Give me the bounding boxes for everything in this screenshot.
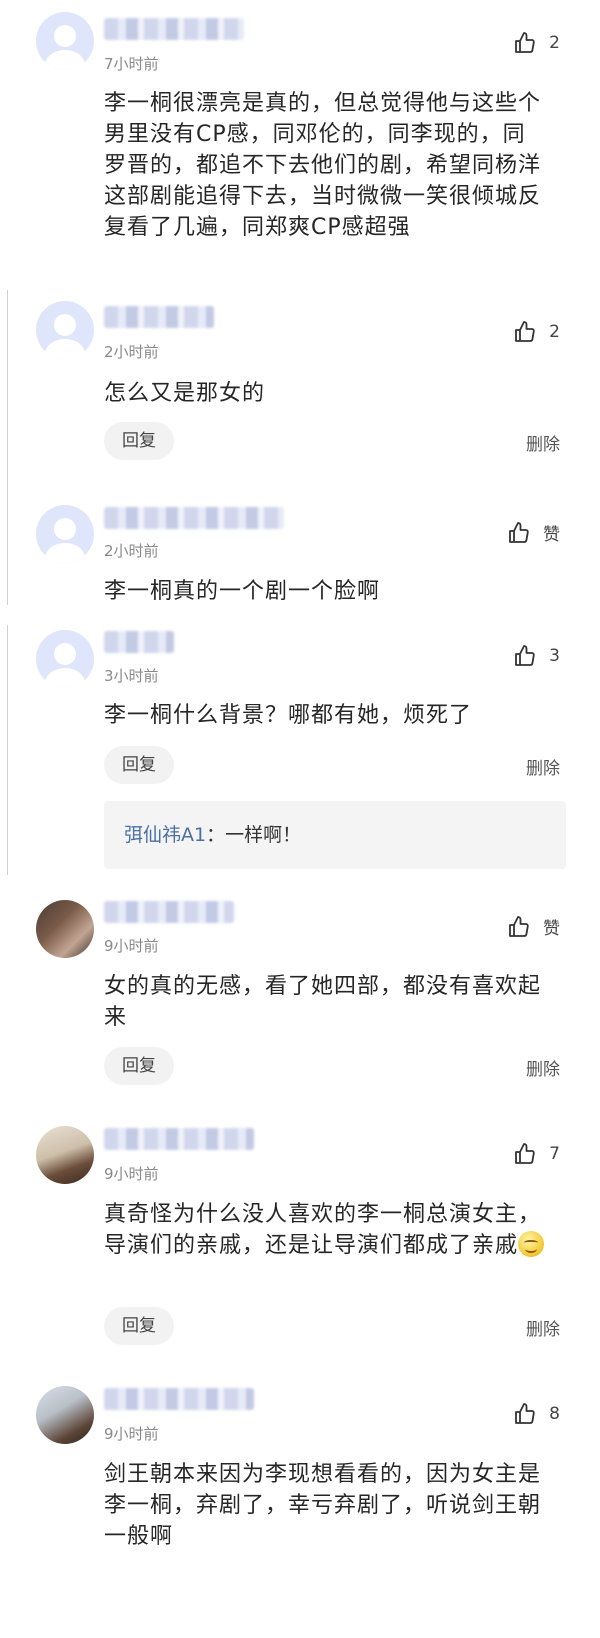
comment-text: 真奇怪为什么没人喜欢的李一桐总演女主，导演们的亲戚，还是让导演们都成了亲戚 <box>104 1199 548 1261</box>
sub-reply-author[interactable]: 弭仙祎A1 <box>124 824 206 846</box>
thumbs-up-icon <box>515 1403 535 1424</box>
thumbs-up-icon <box>515 1143 535 1164</box>
timestamp: 9小时前 <box>104 1425 159 1443</box>
delete-button[interactable]: 删除 <box>526 1055 560 1080</box>
timestamp: 9小时前 <box>104 1165 159 1183</box>
like-count: 赞 <box>543 525 560 545</box>
comment-item: 9小时前 7 真奇怪为什么没人喜欢的李一桐总演女主，导演们的亲戚，还是让导演们都… <box>0 1123 600 1363</box>
comment-text: 李一桐什么背景？哪都有她，烦死了 <box>104 703 473 728</box>
like-count: 8 <box>549 1404 560 1424</box>
like-button[interactable]: 赞 <box>507 520 560 545</box>
comment-item: 2小时前 赞 李一桐真的一个剧一个脸啊 <box>0 500 600 620</box>
timestamp: 3小时前 <box>104 667 159 685</box>
delete-button[interactable]: 删除 <box>526 754 560 779</box>
comment-text: 怎么又是那女的 <box>104 381 266 406</box>
reply-button[interactable]: 回复 <box>104 1307 174 1345</box>
avatar[interactable] <box>36 630 94 688</box>
username-blurred[interactable] <box>104 306 214 328</box>
username-blurred[interactable] <box>104 18 244 40</box>
avatar[interactable] <box>36 1126 94 1184</box>
comment-item: 9小时前 赞 女的真的无感，看了她四部，都没有喜欢起来 回复 删除 <box>0 895 600 1110</box>
reply-button[interactable]: 回复 <box>104 422 174 460</box>
avatar[interactable] <box>36 900 94 958</box>
username-blurred[interactable] <box>104 901 234 923</box>
avatar[interactable] <box>36 12 94 70</box>
thumbs-up-icon <box>509 915 529 937</box>
sub-reply-separator: ： <box>206 824 226 846</box>
like-count: 赞 <box>543 919 560 939</box>
like-button[interactable]: 2 <box>513 31 560 55</box>
timestamp: 2小时前 <box>104 343 159 361</box>
timestamp: 7小时前 <box>104 55 159 73</box>
comment-item: 9小时前 8 剑王朝本来因为李现想看看的，因为女主是李一桐，弃剧了，幸亏弃剧了，… <box>0 1383 600 1638</box>
comment-text-body: 真奇怪为什么没人喜欢的李一桐总演女主，导演们的亲戚，还是让导演们都成了亲戚 <box>104 1202 542 1258</box>
comment-text: 女的真的无感，看了她四部，都没有喜欢起来 <box>104 974 542 1030</box>
username-blurred[interactable] <box>104 507 284 529</box>
like-button[interactable]: 7 <box>513 1142 560 1166</box>
reply-button[interactable]: 回复 <box>104 746 174 784</box>
like-button[interactable]: 赞 <box>507 914 560 939</box>
like-count: 3 <box>549 646 560 666</box>
avatar[interactable] <box>36 301 94 359</box>
comment-item: 2小时前 2 怎么又是那女的 回复 删除 <box>0 295 600 495</box>
like-button[interactable]: 8 <box>513 1402 560 1426</box>
delete-button[interactable]: 删除 <box>526 1315 560 1340</box>
like-button[interactable]: 3 <box>513 644 560 668</box>
smile-emoji <box>518 1231 545 1257</box>
avatar[interactable] <box>36 505 94 563</box>
like-button[interactable]: 2 <box>513 320 560 344</box>
comment-item: 3小时前 3 李一桐什么背景？哪都有她，烦死了 回复 删除 弭仙祎A1：一样啊！ <box>0 625 600 880</box>
username-blurred[interactable] <box>104 1128 254 1150</box>
comment-text: 李一桐真的一个剧一个脸啊 <box>104 579 381 604</box>
comment-text: 李一桐很漂亮是真的，但总觉得他与这些个男里没有CP感，同邓伦的，同李现的，同罗晋… <box>104 91 542 240</box>
thumbs-up-icon <box>509 521 529 543</box>
username-blurred[interactable] <box>104 1388 254 1410</box>
timestamp: 2小时前 <box>104 542 159 560</box>
thumbs-up-icon <box>515 321 535 342</box>
delete-button[interactable]: 删除 <box>526 430 560 455</box>
avatar[interactable] <box>36 1386 94 1444</box>
like-count: 2 <box>549 33 560 53</box>
sub-reply-text: 一样啊！ <box>225 824 302 846</box>
timestamp: 9小时前 <box>104 937 159 955</box>
thumbs-up-icon <box>515 645 535 666</box>
comment-item: 7小时前 2 李一桐很漂亮是真的，但总觉得他与这些个男里没有CP感，同邓伦的，同… <box>0 0 600 290</box>
thumbs-up-icon <box>515 32 535 53</box>
username-blurred[interactable] <box>104 631 174 653</box>
reply-button[interactable]: 回复 <box>104 1047 174 1085</box>
like-count: 7 <box>549 1144 560 1164</box>
like-count: 2 <box>549 322 560 342</box>
comment-text: 剑王朝本来因为李现想看看的，因为女主是李一桐，弃剧了，幸亏弃剧了，听说剑王朝一般… <box>104 1462 542 1549</box>
sub-reply[interactable]: 弭仙祎A1：一样啊！ <box>104 801 566 869</box>
